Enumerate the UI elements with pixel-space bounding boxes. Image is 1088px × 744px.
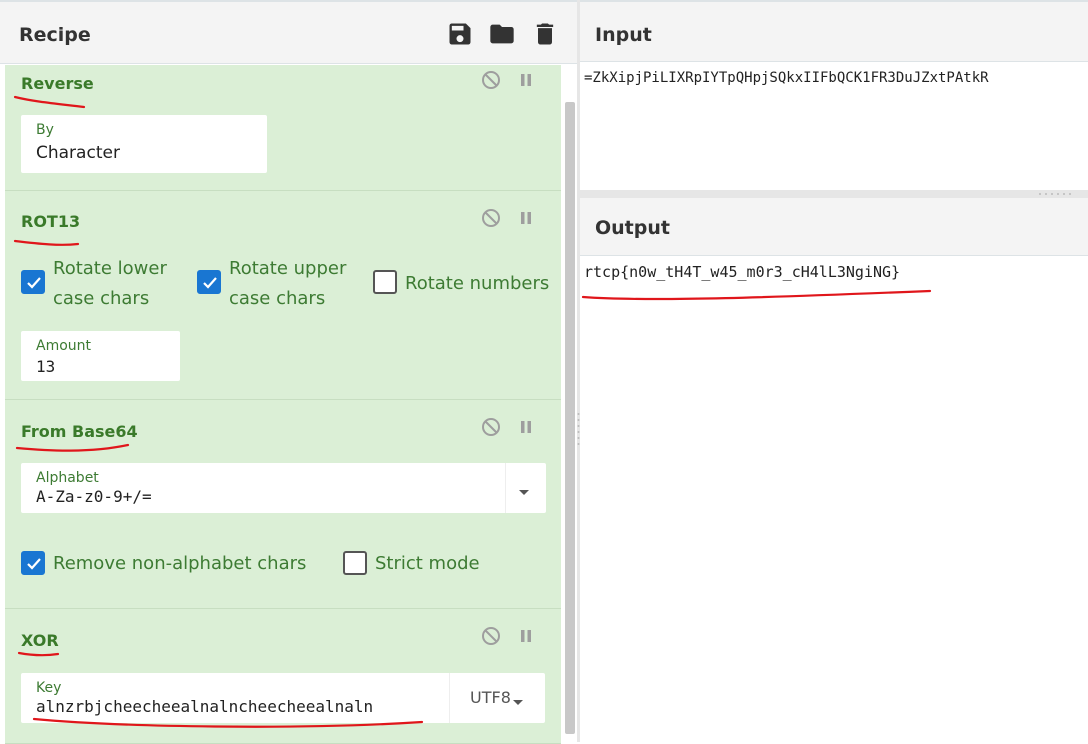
input-text: =ZkXipjPiLIXRpIYTpQHpjSQkxIIFbQCK1FR3DuJ… <box>584 70 989 86</box>
output-header: Output <box>580 198 1088 256</box>
operation-rot13[interactable]: ROT13 Rotate lower case chars Rotate upp… <box>5 191 561 400</box>
pause-icon[interactable] <box>515 416 537 438</box>
field-label: Amount <box>36 338 92 354</box>
field-value: A-Za-z0-9+/= <box>36 487 152 506</box>
recipe-header: Recipe <box>0 2 577 64</box>
remove-non-alphabet-label: Remove non-alphabet chars <box>53 553 307 574</box>
field-label: By <box>36 122 54 138</box>
chevron-down-icon[interactable] <box>512 692 524 711</box>
operation-title: Reverse <box>21 74 94 93</box>
recipe-scrollbar-thumb[interactable] <box>565 102 575 734</box>
rotate-upper-checkbox[interactable] <box>197 270 221 294</box>
operation-title: From Base64 <box>21 422 138 441</box>
strict-mode-checkbox[interactable] <box>343 551 367 575</box>
encoding-select[interactable]: UTF8 <box>470 688 511 707</box>
rotate-upper-label: Rotate upper case chars <box>229 258 347 309</box>
pause-icon[interactable] <box>515 69 537 91</box>
alphabet-field[interactable]: Alphabet A-Za-z0-9+/= <box>21 463 546 513</box>
rotate-numbers-label: Rotate numbers <box>405 273 550 294</box>
field-label: Key <box>36 680 62 696</box>
disable-icon[interactable] <box>480 207 502 229</box>
amount-field[interactable]: Amount 13 <box>21 331 180 381</box>
operation-from-base64[interactable]: From Base64 Alphabet A-Za-z0-9+/= Remove… <box>5 400 561 609</box>
trash-icon[interactable] <box>531 20 559 48</box>
rotate-lower-checkbox[interactable] <box>21 270 45 294</box>
operation-xor[interactable]: XOR Key alnzrbjcheecheealnalncheecheealn… <box>5 609 561 744</box>
input-header: Input <box>580 0 1088 62</box>
rotate-numbers-checkbox[interactable] <box>373 270 397 294</box>
field-label: Alphabet <box>36 470 99 486</box>
field-separator <box>505 463 506 513</box>
disable-icon[interactable] <box>480 69 502 91</box>
operation-title: ROT13 <box>21 212 81 231</box>
strict-mode-label: Strict mode <box>375 553 480 574</box>
field-value: alnzrbjcheecheealnalncheecheealnaln <box>36 697 374 716</box>
rotate-lower-label: Rotate lower case chars <box>53 258 167 309</box>
remove-non-alphabet-checkbox[interactable] <box>21 551 45 575</box>
recipe-pane: Recipe Reverse By Character ROT13 Rotate… <box>0 0 577 744</box>
operation-title: XOR <box>21 631 59 650</box>
operation-reverse[interactable]: Reverse By Character <box>5 65 561 191</box>
recipe-title: Recipe <box>19 24 91 46</box>
output-title: Output <box>595 217 670 239</box>
output-textarea[interactable]: rtcp{n0w_tH4T_w45_m0r3_cH4lL3NgiNG} <box>580 256 1088 742</box>
field-value: Character <box>36 143 120 163</box>
chevron-down-icon[interactable] <box>517 482 531 501</box>
output-text: rtcp{n0w_tH4T_w45_m0r3_cH4lL3NgiNG} <box>584 263 901 281</box>
io-resize-handle[interactable] <box>580 190 1088 198</box>
save-icon[interactable] <box>446 20 474 48</box>
pause-icon[interactable] <box>515 625 537 647</box>
disable-icon[interactable] <box>480 416 502 438</box>
by-field[interactable]: By Character <box>21 115 267 173</box>
folder-icon[interactable] <box>488 20 516 48</box>
disable-icon[interactable] <box>480 625 502 647</box>
field-separator <box>449 673 450 723</box>
field-value: 13 <box>36 357 56 376</box>
input-textarea[interactable]: =ZkXipjPiLIXRpIYTpQHpjSQkxIIFbQCK1FR3DuJ… <box>580 62 1088 190</box>
key-field[interactable]: Key alnzrbjcheecheealnalncheecheealnaln … <box>21 673 545 723</box>
pause-icon[interactable] <box>515 207 537 229</box>
input-title: Input <box>595 24 652 46</box>
